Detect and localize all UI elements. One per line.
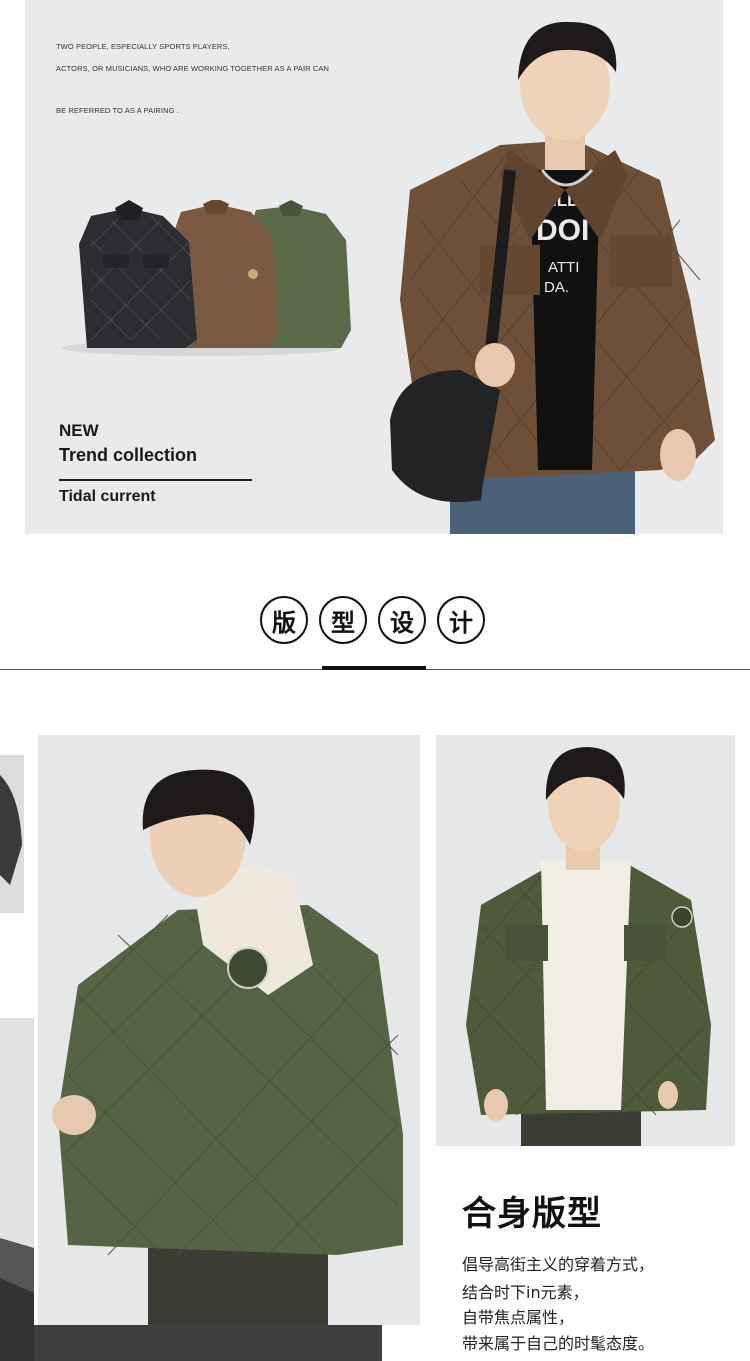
hero-divider bbox=[59, 479, 252, 481]
hero-banner: TWO PEOPLE, ESPECIALLY SPORTS PLAYERS, A… bbox=[25, 0, 723, 534]
fit-description-line: 倡导高街主义的穿着方式， bbox=[462, 1255, 655, 1274]
model-front-green-jacket-image bbox=[436, 735, 735, 1146]
section-divider-accent bbox=[322, 666, 426, 670]
heading-char: 版 bbox=[260, 596, 308, 644]
tidal-current-label: Tidal current bbox=[59, 488, 156, 505]
hero-copy-line: TWO PEOPLE, ESPECIALLY SPORTS PLAYERS, bbox=[56, 42, 230, 51]
fit-description-line: 结合时下in元素， bbox=[462, 1283, 589, 1302]
edge-image-bottom bbox=[0, 1018, 34, 1361]
three-jackets-image bbox=[61, 200, 351, 356]
model-side-green-jacket-image bbox=[38, 735, 420, 1325]
hero-copy-line: BE REFERRED TO AS A PAIRING . bbox=[56, 106, 179, 115]
tshirt-text: ATTI bbox=[548, 259, 579, 276]
heading-char: 型 bbox=[319, 596, 367, 644]
model-brown-jacket-image: WILD O DOI ATTI DA. bbox=[390, 21, 715, 534]
tshirt-text: DA. bbox=[544, 279, 569, 296]
fit-description-line: 自带焦点属性， bbox=[462, 1308, 575, 1327]
fit-title: 合身版型 bbox=[462, 1194, 602, 1234]
edge-image-ground bbox=[34, 1325, 382, 1361]
edge-image-top bbox=[0, 755, 24, 913]
hero-copy-line: ACTORS, OR MUSICIANS, WHO ARE WORKING TO… bbox=[56, 64, 329, 73]
fit-description-line: 带来属于自己的时髦态度。 bbox=[462, 1334, 655, 1353]
heading-char: 计 bbox=[437, 596, 485, 644]
section-heading: 版 型 设 计 bbox=[260, 596, 485, 644]
new-label: NEW bbox=[59, 421, 99, 440]
trend-collection-label: Trend collection bbox=[59, 445, 198, 465]
heading-char: 设 bbox=[378, 596, 426, 644]
